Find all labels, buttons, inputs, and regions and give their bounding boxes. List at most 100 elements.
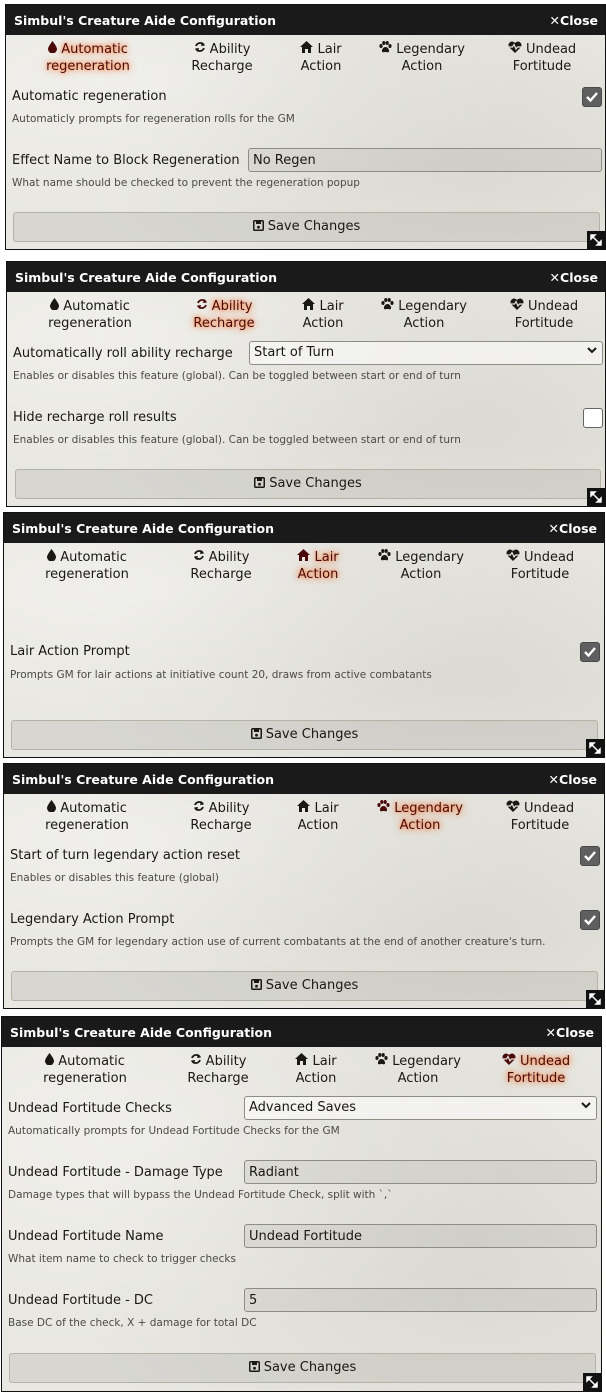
tab-automatic-regeneration[interactable]: Automatic regeneration: [35, 1053, 135, 1087]
tab-legendary-action[interactable]: Legendary Action: [371, 549, 471, 583]
hide-recharge-checkbox[interactable]: [583, 408, 603, 428]
tab-line2: Action: [302, 316, 344, 331]
tab-legendary-action[interactable]: Legendary Action: [372, 41, 472, 75]
tab-line1: Legendary: [392, 1054, 461, 1069]
tab-legendary-action[interactable]: Legendary Action: [374, 298, 474, 332]
fortitude-name-input[interactable]: Undead Fortitude: [244, 1224, 597, 1248]
tab-line1: Ability: [208, 801, 250, 816]
close-button[interactable]: ✕Close: [549, 772, 597, 787]
tab-lair-action[interactable]: Lair Action: [278, 549, 358, 583]
fortitude-dc-input[interactable]: 5: [244, 1288, 597, 1312]
tab-lair-action[interactable]: Lair Action: [283, 298, 363, 332]
save-label: Save Changes: [267, 219, 361, 234]
tab-undead-fortitude[interactable]: Undead Fortitude: [492, 41, 592, 75]
tab-line1: Lair: [314, 550, 339, 565]
tab-undead-fortitude[interactable]: Undead Fortitude: [486, 1053, 586, 1087]
setting-label: Undead Fortitude Checks: [8, 1101, 172, 1116]
window-header[interactable]: Simbul's Creature Aide Configuration ✕Cl…: [2, 1017, 601, 1047]
tab-undead-fortitude[interactable]: Undead Fortitude: [494, 298, 594, 332]
resize-handle[interactable]: [586, 990, 604, 1008]
tab-line1: Lair: [319, 299, 344, 314]
tab-ability-recharge[interactable]: Ability Recharge: [171, 549, 271, 583]
legendary-reset-checkbox[interactable]: [580, 846, 600, 866]
setting-hint: Enables or disables this feature (global…: [13, 434, 461, 446]
setting-hint: Automaticly prompts for regeneration rol…: [12, 113, 295, 125]
droplet-icon: [50, 298, 60, 315]
setting-hint: Automatically prompts for Undead Fortitu…: [8, 1125, 340, 1137]
droplet-icon: [47, 800, 57, 817]
regeneration-checkbox[interactable]: [582, 87, 602, 107]
tab-lair-action[interactable]: Lair Action: [281, 41, 361, 75]
close-button[interactable]: ✕Close: [550, 13, 598, 28]
tab-line1: Undead: [527, 299, 579, 314]
droplet-icon: [47, 549, 57, 566]
setting-label: Undead Fortitude Name: [8, 1229, 164, 1244]
save-button[interactable]: Save Changes: [9, 1353, 596, 1383]
tab-line2: regeneration: [43, 1071, 127, 1086]
tab-line2: Fortitude: [510, 818, 570, 833]
setting-hint: Base DC of the check, X + damage for tot…: [8, 1317, 257, 1329]
sync-icon: [190, 1053, 202, 1070]
legendary-prompt-checkbox[interactable]: [580, 910, 600, 930]
tab-line1: Lair: [314, 801, 339, 816]
window-title: Simbul's Creature Aide Configuration: [14, 13, 277, 28]
resize-handle[interactable]: [586, 739, 604, 757]
heartbeat-icon: [506, 800, 520, 817]
tab-ability-recharge[interactable]: Ability Recharge: [174, 298, 274, 332]
save-button[interactable]: Save Changes: [15, 469, 601, 499]
save-icon: [252, 214, 264, 242]
window-title: Simbul's Creature Aide Configuration: [15, 270, 278, 285]
tab-line1: Automatic: [60, 550, 127, 565]
close-button[interactable]: ✕Close: [550, 270, 598, 285]
tab-line2: regeneration: [45, 567, 129, 582]
save-icon: [250, 973, 262, 1001]
heartbeat-icon: [506, 549, 520, 566]
tab-legendary-action[interactable]: Legendary Action: [368, 1053, 468, 1087]
tab-ability-recharge[interactable]: Ability Recharge: [172, 41, 272, 75]
setting-label: Effect Name to Block Regeneration: [12, 153, 240, 168]
resize-handle[interactable]: [587, 231, 605, 249]
window-header[interactable]: Simbul's Creature Aide Configuration ✕Cl…: [4, 513, 604, 543]
expand-icon: [590, 234, 602, 246]
tab-legendary-action[interactable]: Legendary Action: [370, 800, 470, 834]
window-header[interactable]: Simbul's Creature Aide Configuration ✕Cl…: [7, 262, 605, 292]
tab-automatic-regeneration[interactable]: Automatic regeneration: [38, 41, 138, 75]
heartbeat-icon: [502, 1053, 516, 1070]
tab-undead-fortitude[interactable]: Undead Fortitude: [490, 549, 590, 583]
tab-undead-fortitude[interactable]: Undead Fortitude: [490, 800, 590, 834]
tab-ability-recharge[interactable]: Ability Recharge: [168, 1053, 268, 1087]
tab-automatic-regeneration[interactable]: Automatic regeneration: [40, 298, 140, 332]
tab-line1: Ability: [205, 1054, 247, 1069]
save-button[interactable]: Save Changes: [13, 212, 600, 242]
recharge-timing-select[interactable]: Start of Turn: [249, 341, 603, 365]
lair-prompt-checkbox[interactable]: [580, 642, 600, 662]
close-icon: ✕: [548, 521, 560, 536]
config-window-recharge: Simbul's Creature Aide Configuration ✕Cl…: [6, 261, 606, 507]
close-button[interactable]: ✕Close: [549, 521, 597, 536]
window-header[interactable]: Simbul's Creature Aide Configuration ✕Cl…: [4, 764, 604, 794]
tab-line2: Recharge: [193, 316, 255, 331]
window-title: Simbul's Creature Aide Configuration: [12, 521, 275, 536]
tab-lair-action[interactable]: Lair Action: [278, 800, 358, 834]
setting-hint: Enables or disables this feature (global…: [10, 872, 219, 884]
window-header[interactable]: Simbul's Creature Aide Configuration ✕Cl…: [6, 5, 605, 35]
resize-handle[interactable]: [583, 1373, 601, 1391]
tab-automatic-regeneration[interactable]: Automatic regeneration: [37, 549, 137, 583]
resize-handle[interactable]: [587, 488, 605, 506]
paw-icon: [377, 800, 390, 817]
save-button[interactable]: Save Changes: [11, 971, 598, 1001]
droplet-icon: [48, 41, 58, 58]
checkmark-icon: [586, 92, 598, 103]
damage-type-input[interactable]: Radiant: [244, 1160, 597, 1184]
undead-checks-select[interactable]: Advanced Saves: [244, 1096, 597, 1120]
tab-automatic-regeneration[interactable]: Automatic regeneration: [37, 800, 137, 834]
expand-icon: [589, 742, 601, 754]
tab-ability-recharge[interactable]: Ability Recharge: [171, 800, 271, 834]
save-button[interactable]: Save Changes: [11, 720, 598, 750]
setting-hint: What item name to check to trigger check…: [8, 1253, 236, 1265]
config-window-lair: Simbul's Creature Aide Configuration ✕Cl…: [3, 512, 605, 758]
tab-line2: Action: [297, 567, 339, 582]
tab-lair-action[interactable]: Lair Action: [276, 1053, 356, 1087]
close-button[interactable]: ✕Close: [546, 1025, 594, 1040]
block-regen-input[interactable]: No Regen: [248, 148, 602, 172]
